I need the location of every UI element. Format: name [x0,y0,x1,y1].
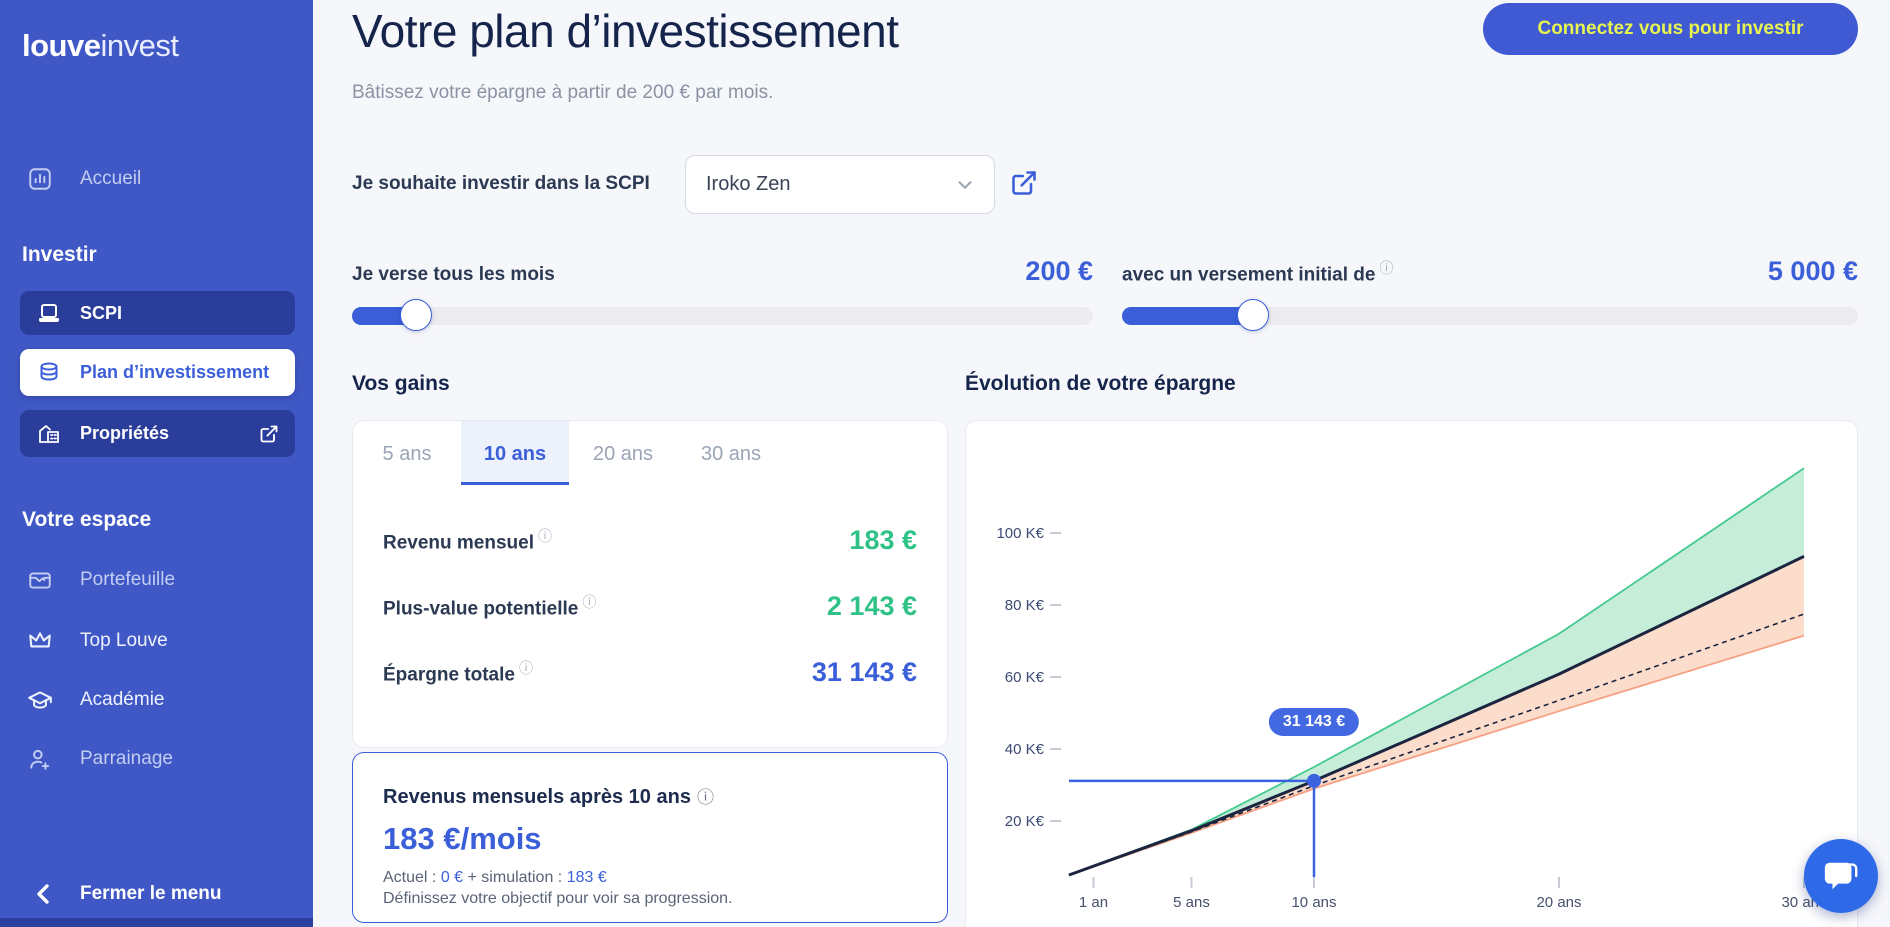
tab-30-ans[interactable]: 30 ans [677,421,785,485]
info-icon[interactable]: ⓘ [582,594,596,610]
svg-text:100 K€: 100 K€ [996,525,1044,542]
svg-text:10 ans: 10 ans [1291,894,1336,911]
sidebar-item-label: Plan d’investissement [80,362,269,383]
sidebar-item-academie[interactable]: Académie [0,683,313,717]
logo[interactable]: louveinvest [22,28,178,64]
summary-detail: Actuel : 0 € + simulation : 183 € [383,869,917,887]
user-plus-icon [26,745,54,773]
initial-slider-header: avec un versement initial deⓘ 5 000 € [1122,256,1858,287]
initial-slider-thumb[interactable] [1237,299,1269,331]
logo-light: invest [100,28,178,63]
gain-row-revenu-mensuel: Revenu mensuelⓘ 183 € [383,507,917,573]
sidebar-section-investir: Investir [22,243,97,267]
sidebar-item-plan-investissement[interactable]: Plan d’investissement [20,349,295,396]
sidebar-item-label: Académie [80,689,165,711]
gain-row-label: Revenu mensuelⓘ [383,526,552,554]
summary-amount: 183 €/mois [383,821,917,857]
monthly-income-summary-box: Revenus mensuels après 10 ansⓘ 183 €/moi… [352,752,948,923]
gains-title: Vos gains [352,372,450,396]
summary-title: Revenus mensuels après 10 ansⓘ [383,783,917,809]
monthly-slider-header: Je verse tous les mois 200 € [352,256,1093,287]
gain-row-value: 2 143 € [827,591,917,622]
database-icon [36,360,62,386]
connect-to-invest-button[interactable]: Connectez vous pour investir [1483,3,1858,55]
laptop-icon [36,300,62,326]
sidebar-section-espace: Votre espace [22,508,151,532]
monthly-slider-label: Je verse tous les mois [352,264,555,286]
monthly-slider-thumb[interactable] [400,299,432,331]
savings-evolution-chart: 20 K€ 40 K€ 60 K€ 80 K€ 100 K€ 1 an 5 ans 10 an… [965,420,1858,927]
monthly-slider-value: 200 € [1025,256,1093,287]
sidebar-item-top-louve[interactable]: Top Louve [0,624,313,658]
info-icon[interactable]: ⓘ [1379,260,1393,276]
info-icon[interactable]: ⓘ [519,660,533,676]
page-subtitle: Bâtissez votre épargne à partir de 200 €… [352,82,773,104]
gain-row-label: Épargne totaleⓘ [383,658,533,686]
scpi-select-label: Je souhaite investir dans la SCPI [352,173,650,195]
gains-card: 5 ans 10 ans 20 ans 30 ans Revenu mensue… [352,420,948,748]
sidebar-item-label: Parrainage [80,748,173,770]
svg-text:60 K€: 60 K€ [1005,669,1045,686]
svg-text:20 ans: 20 ans [1536,894,1581,911]
chart-title: Évolution de votre épargne [965,372,1236,396]
svg-text:1 an: 1 an [1079,894,1108,911]
close-menu-label: Fermer le menu [80,883,222,905]
svg-text:5 ans: 5 ans [1173,894,1210,911]
sidebar-item-portefeuille[interactable]: Portefeuille [0,563,313,597]
initial-slider-fill [1122,307,1253,325]
info-icon[interactable]: ⓘ [697,788,714,807]
close-menu-button[interactable]: Fermer le menu [0,876,313,912]
sidebar: louveinvest Accueil Investir SCPI Plan d… [0,0,313,927]
svg-text:20 K€: 20 K€ [1005,813,1045,830]
initial-slider[interactable] [1122,307,1858,325]
wallet-icon [26,566,54,594]
external-link-icon [259,424,279,444]
scpi-select-value: Iroko Zen [706,173,790,196]
sidebar-item-label: Accueil [80,168,141,190]
summary-current-value: 0 € [441,869,463,886]
scpi-external-link-icon[interactable] [1010,169,1038,197]
sidebar-item-parrainage[interactable]: Parrainage [0,742,313,776]
info-icon[interactable]: ⓘ [538,528,552,544]
gains-rows: Revenu mensuelⓘ 183 € Plus-value potenti… [353,485,947,705]
sidebar-item-label: Top Louve [80,630,168,652]
sidebar-item-label: Portefeuille [80,569,175,591]
bar-chart-icon [26,165,54,193]
horizon-tabs: 5 ans 10 ans 20 ans 30 ans [353,421,947,485]
sidebar-item-accueil[interactable]: Accueil [0,162,313,196]
initial-slider-value: 5 000 € [1768,256,1858,287]
sidebar-item-scpi[interactable]: SCPI [20,291,295,335]
chart-canvas[interactable]: 20 K€ 40 K€ 60 K€ 80 K€ 100 K€ 1 an 5 ans 10 an… [966,421,1859,927]
chevron-left-icon [32,882,56,906]
gain-row-value: 31 143 € [812,657,917,688]
svg-text:40 K€: 40 K€ [1005,741,1045,758]
scpi-select[interactable]: Iroko Zen [685,155,995,214]
monthly-slider[interactable] [352,307,1093,325]
chat-bubble-icon [1822,857,1860,895]
tab-20-ans[interactable]: 20 ans [569,421,677,485]
page-title: Votre plan d’investissement [352,4,898,58]
gain-row-value: 183 € [849,525,917,556]
chat-launcher-button[interactable] [1804,839,1878,913]
sidebar-bottom-strip [0,918,313,927]
sidebar-item-proprietes[interactable]: Propriétés [20,410,295,457]
gain-row-label: Plus-value potentielleⓘ [383,592,596,620]
summary-hint: Définissez votre objectif pour voir sa p… [383,890,917,908]
graduation-cap-icon [26,686,54,714]
svg-text:80 K€: 80 K€ [1005,597,1045,614]
summary-simulation-value: 183 € [567,869,607,886]
gain-row-epargne-totale: Épargne totaleⓘ 31 143 € [383,639,917,705]
initial-slider-label: avec un versement initial deⓘ [1122,258,1393,286]
chart-tooltip: 31 143 € [1269,708,1359,736]
sidebar-item-label: SCPI [80,303,122,324]
building-icon [36,421,62,447]
gain-row-plus-value: Plus-value potentielleⓘ 2 143 € [383,573,917,639]
app-root: louveinvest Accueil Investir SCPI Plan d… [0,0,1890,927]
tab-5-ans[interactable]: 5 ans [353,421,461,485]
tab-10-ans[interactable]: 10 ans [461,421,569,485]
sidebar-item-label: Propriétés [80,423,169,444]
chevron-down-icon [954,174,976,196]
logo-bold: louve [22,28,100,63]
crown-icon [26,627,54,655]
